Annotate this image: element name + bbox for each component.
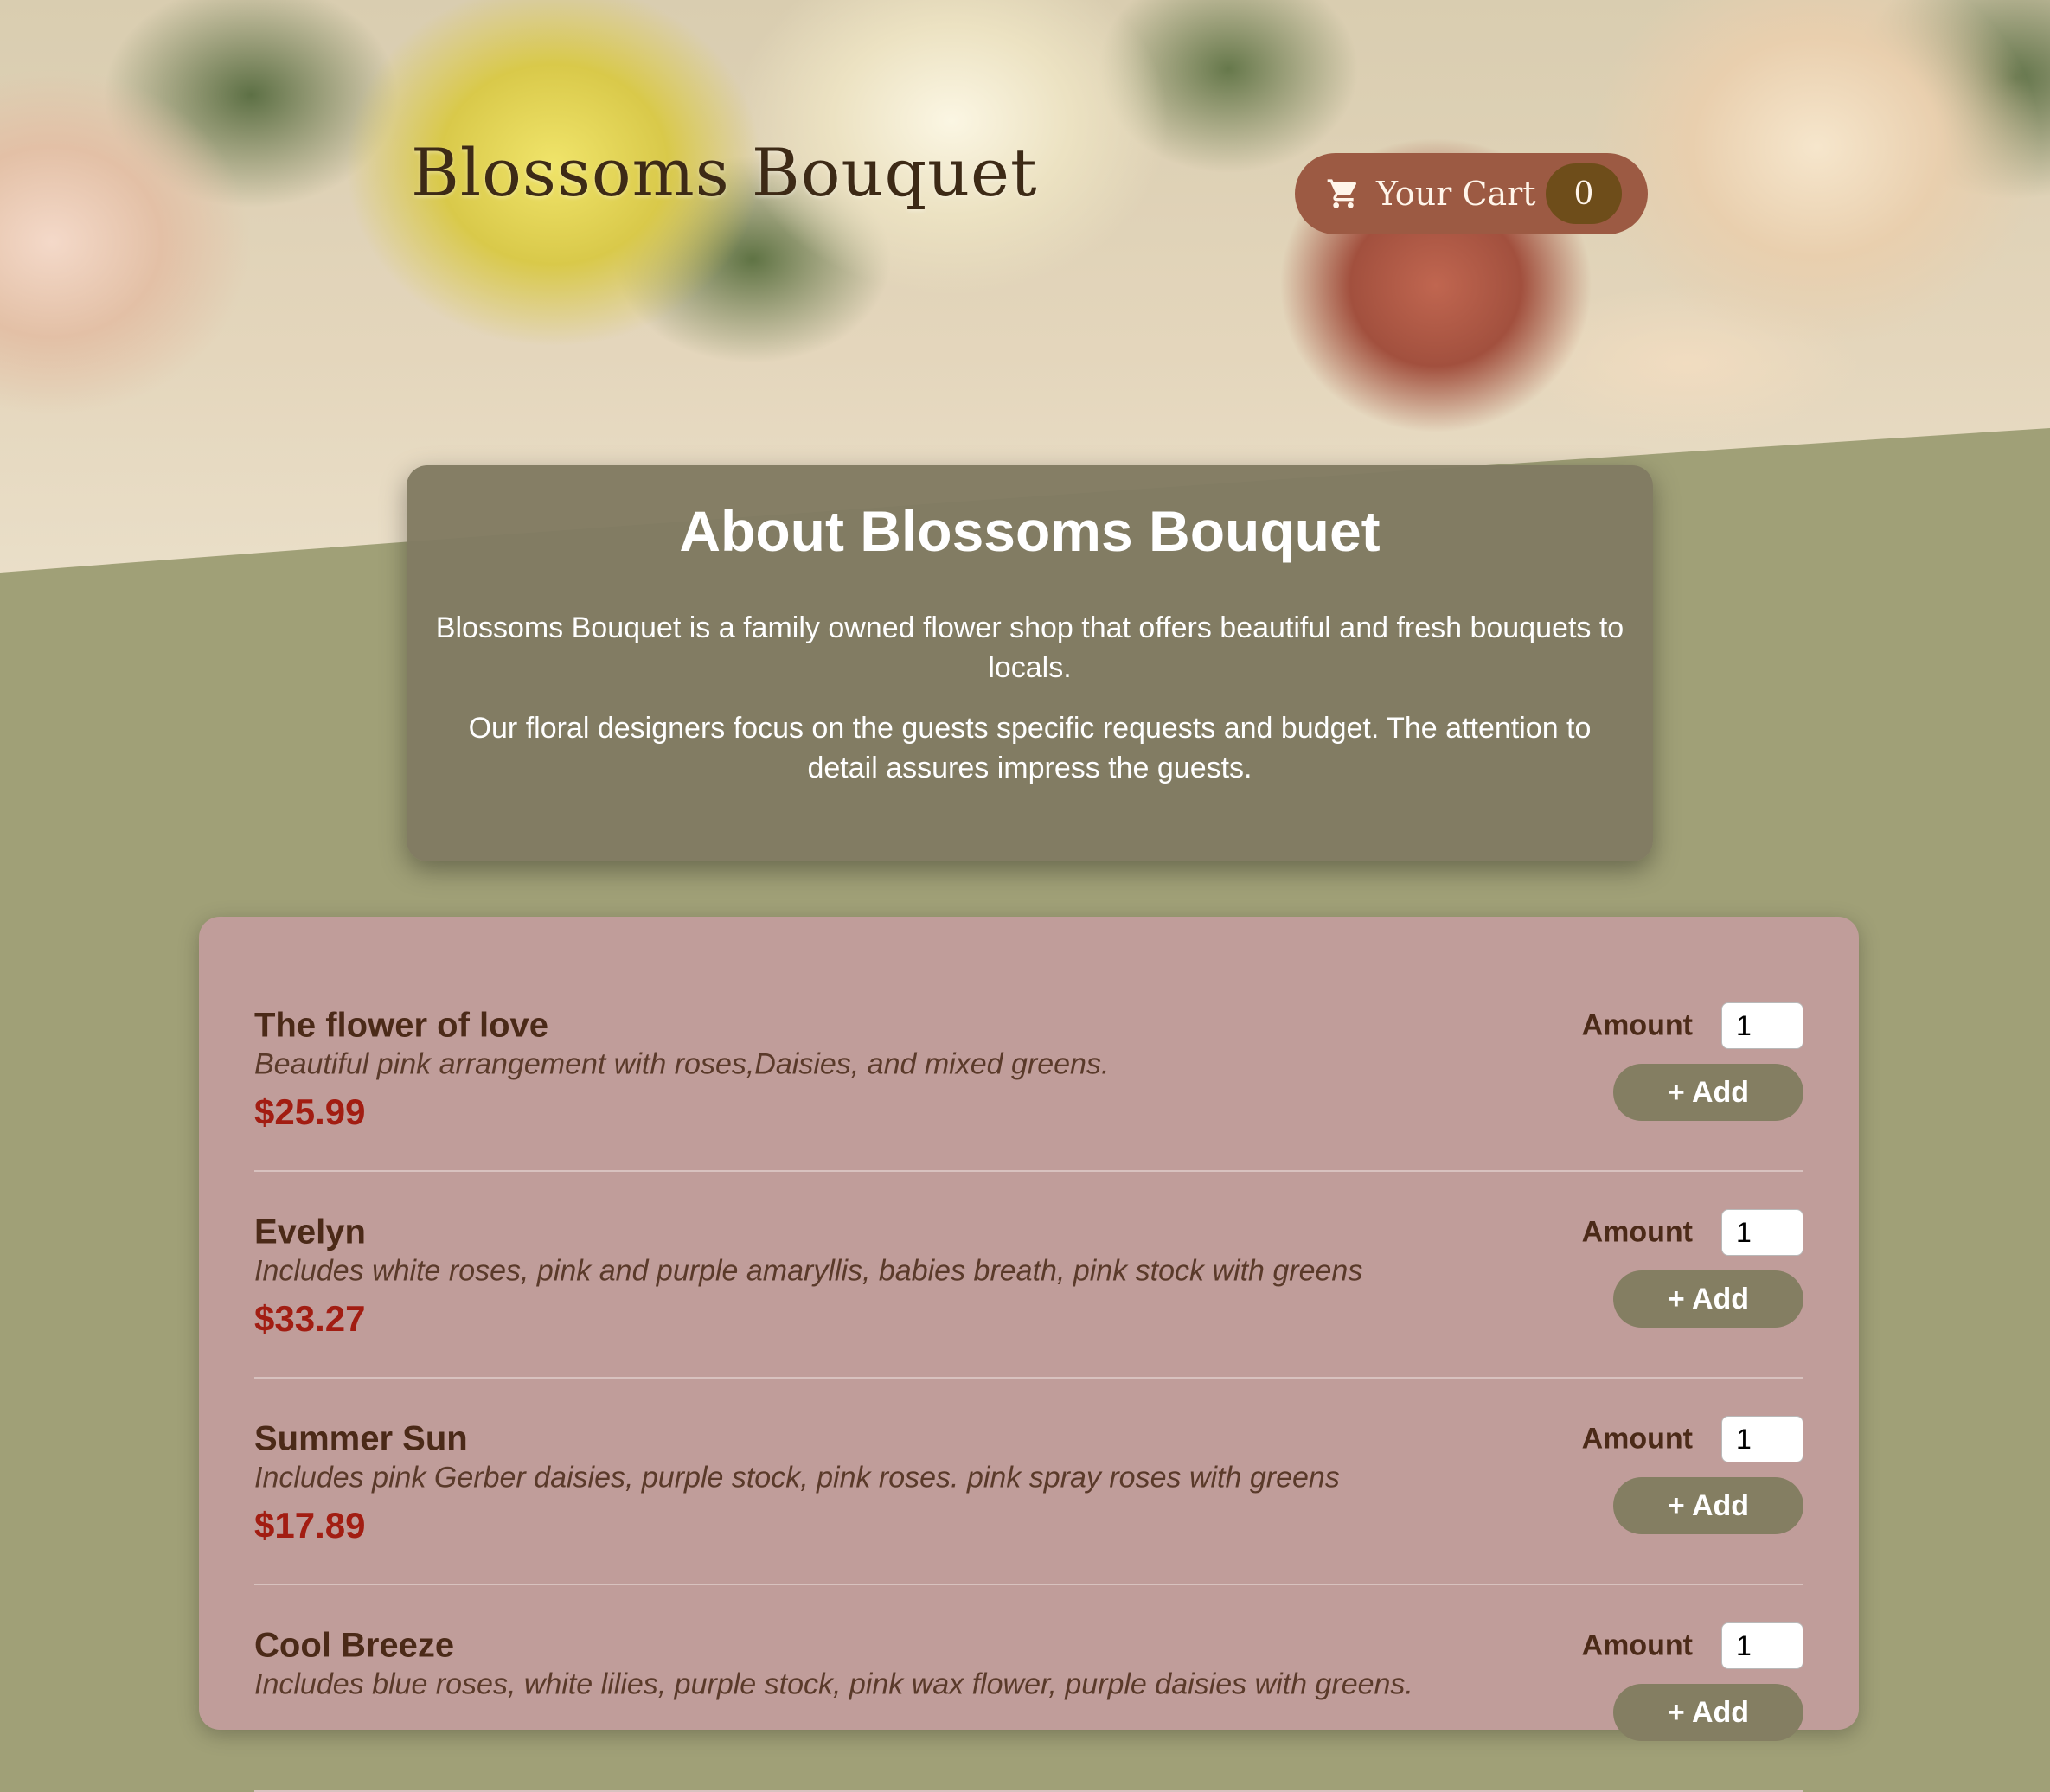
amount-input[interactable] — [1721, 1416, 1803, 1462]
product-price: $25.99 — [254, 1091, 366, 1132]
product-description: Includes blue roses, white lilies, purpl… — [254, 1667, 1413, 1701]
amount-label: Amount — [1581, 1422, 1693, 1456]
product-description: Includes white roses, pink and purple am… — [254, 1254, 1363, 1288]
shopping-cart-icon — [1327, 179, 1357, 208]
add-to-cart-button[interactable]: + Add — [1613, 1684, 1803, 1741]
amount-label: Amount — [1581, 1008, 1693, 1042]
product-item: Summer Sun Includes pink Gerber daisies,… — [254, 1379, 1803, 1585]
cart-count-badge: 0 — [1546, 163, 1622, 224]
product-list: The flower of love Beautiful pink arrang… — [199, 917, 1859, 1792]
product-item: Evelyn Includes white roses, pink and pu… — [254, 1172, 1803, 1379]
amount-input[interactable] — [1721, 1622, 1803, 1669]
amount-input[interactable] — [1721, 1002, 1803, 1049]
product-name: Cool Breeze — [254, 1626, 455, 1665]
product-price: $17.89 — [254, 1505, 366, 1546]
product-item: Cool Breeze Includes blue roses, white l… — [254, 1585, 1803, 1792]
cart-button[interactable]: Your Cart 0 — [1295, 153, 1648, 234]
product-description: Includes pink Gerber daisies, purple sto… — [254, 1461, 1340, 1494]
product-item: The flower of love Beautiful pink arrang… — [254, 965, 1803, 1172]
add-to-cart-button[interactable]: + Add — [1613, 1477, 1803, 1534]
amount-label: Amount — [1581, 1215, 1693, 1249]
about-paragraph: Blossoms Bouquet is a family owned flowe… — [435, 611, 1624, 684]
about-card: About Blossoms Bouquet Blossoms Bouquet … — [407, 465, 1653, 861]
add-to-cart-button[interactable]: + Add — [1613, 1064, 1803, 1121]
product-name: Summer Sun — [254, 1419, 468, 1458]
amount-label: Amount — [1581, 1629, 1693, 1662]
product-price: $33.27 — [254, 1298, 366, 1339]
about-paragraph: Our floral designers focus on the guests… — [468, 711, 1592, 784]
product-description: Beautiful pink arrangement with roses,Da… — [254, 1047, 1110, 1081]
amount-input[interactable] — [1721, 1209, 1803, 1256]
about-title: About Blossoms Bouquet — [679, 499, 1381, 563]
product-name: Evelyn — [254, 1213, 366, 1251]
product-name: The flower of love — [254, 1006, 549, 1045]
add-to-cart-button[interactable]: + Add — [1613, 1270, 1803, 1328]
site-logo[interactable]: Blossoms Bouquet — [411, 134, 1038, 211]
cart-label: Your Cart — [1376, 175, 1536, 213]
